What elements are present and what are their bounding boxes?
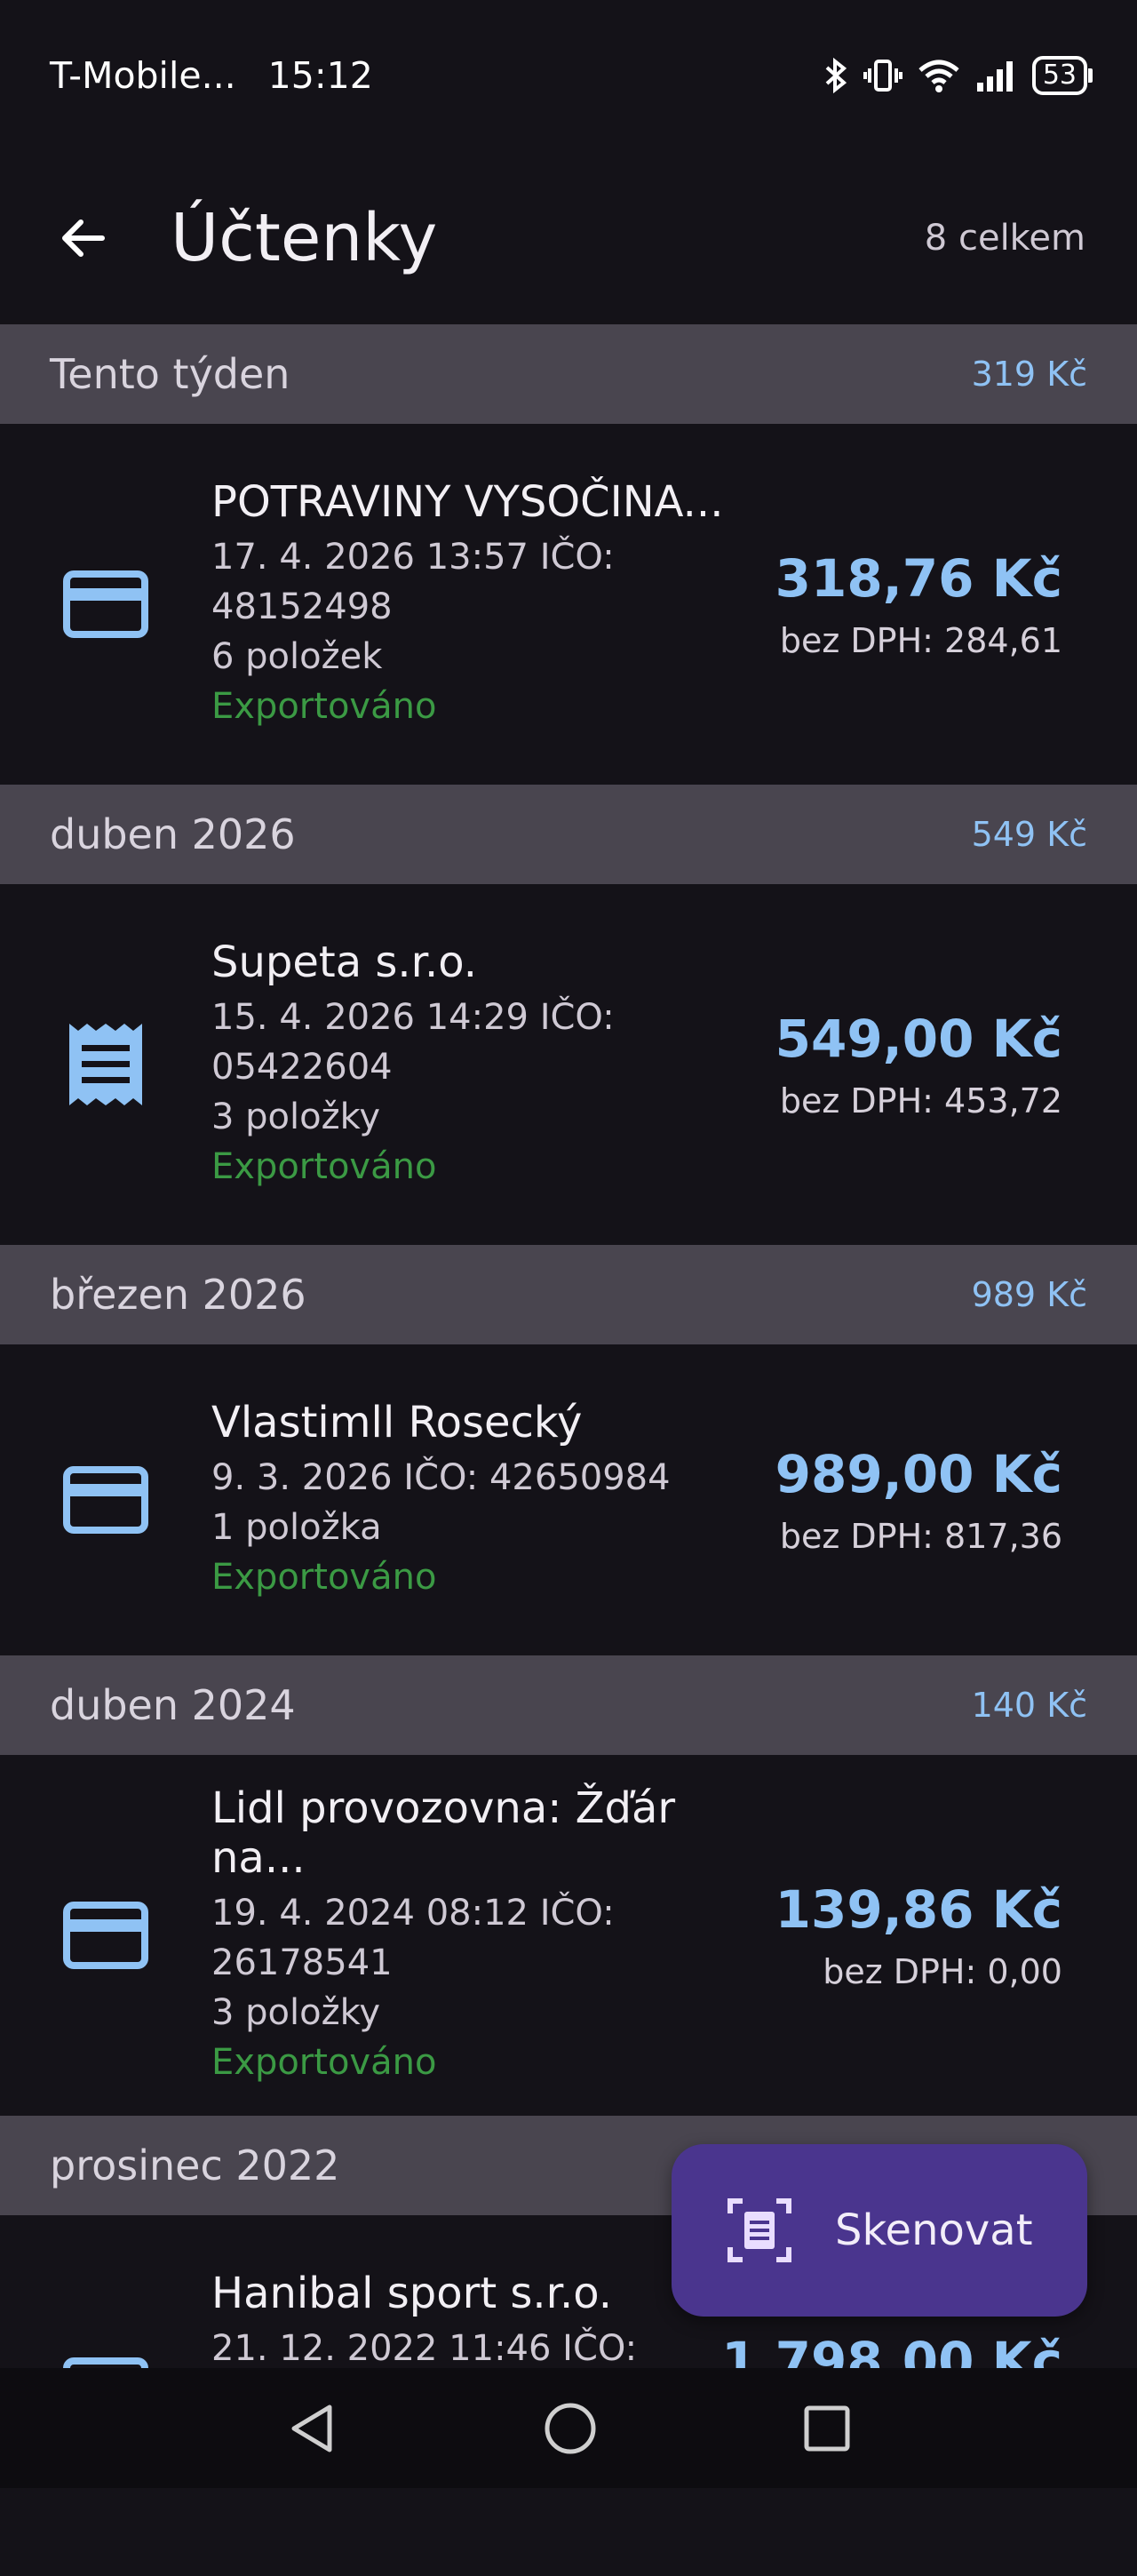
receipt-item[interactable]: Lidl provozovna: Žďár na... 19. 4. 2024 … bbox=[0, 1755, 1137, 2116]
receipt-ico-number: 05422604 bbox=[211, 1047, 393, 1088]
receipt-vat-free: bez DPH: 453,72 bbox=[779, 1081, 1062, 1121]
arrow-back-icon bbox=[62, 219, 105, 257]
receipt-date-ico: 17. 4. 2026 13:57 IČO: bbox=[211, 537, 615, 578]
receipt-amounts: 549,00 Kč bez DPH: 453,72 bbox=[775, 1009, 1062, 1121]
bluetooth-icon bbox=[825, 58, 847, 93]
carrier-label: T-Mobile... bbox=[50, 54, 236, 97]
section-sum: 140 Kč bbox=[971, 1686, 1087, 1725]
section-header: duben 2024 140 Kč bbox=[0, 1655, 1137, 1755]
receipt-total: 139,86 Kč bbox=[775, 1879, 1062, 1940]
section-title: duben 2026 bbox=[50, 810, 296, 858]
vibrate-icon bbox=[863, 60, 902, 92]
receipt-ico-number: 48152498 bbox=[211, 586, 393, 627]
receipt-amounts: 989,00 Kč bez DPH: 817,36 bbox=[775, 1444, 1062, 1556]
top-app-bar: Účtenky 8 celkem bbox=[0, 151, 1137, 324]
section-header: březen 2026 989 Kč bbox=[0, 1245, 1137, 1344]
clock: 15:12 bbox=[267, 54, 373, 97]
export-status: Exportováno bbox=[211, 1146, 437, 1187]
item-count: 3 položky bbox=[211, 1992, 381, 2033]
merchant-name: Lidl provozovna: Žďár na... bbox=[211, 1783, 676, 1883]
receipt-date-ico: 9. 3. 2026 IČO: 42650984 bbox=[211, 1457, 671, 1498]
merchant-name: Supeta s.r.o. bbox=[211, 937, 478, 987]
scan-document-icon bbox=[728, 2198, 791, 2262]
receipt-vat-free: bez DPH: 284,61 bbox=[779, 621, 1062, 660]
receipt-total: 318,76 Kč bbox=[775, 548, 1062, 609]
receipt-date-ico: 19. 4. 2024 08:12 IČO: bbox=[211, 1893, 615, 1934]
nav-recents-icon[interactable] bbox=[802, 2404, 852, 2453]
receipt-details: Lidl provozovna: Žďár na... 19. 4. 2024 … bbox=[162, 1783, 775, 2087]
receipt-date-ico: 15. 4. 2026 14:29 IČO: bbox=[211, 997, 615, 1038]
section-title: březen 2026 bbox=[50, 1271, 306, 1319]
receipt-details: Vlastimll Rosecký 9. 3. 2026 IČO: 426509… bbox=[162, 1398, 775, 1602]
scan-button-label: Skenovat bbox=[835, 2205, 1033, 2255]
receipts-total-count: 8 celkem bbox=[924, 217, 1085, 259]
receipt-total: 549,00 Kč bbox=[775, 1009, 1062, 1069]
scan-button[interactable]: Skenovat bbox=[672, 2144, 1087, 2317]
receipt-item[interactable]: POTRAVINY VYSOČINA... 17. 4. 2026 13:57 … bbox=[0, 424, 1137, 785]
receipt-amounts: 318,76 Kč bez DPH: 284,61 bbox=[775, 548, 1062, 660]
section-sum: 549 Kč bbox=[971, 815, 1087, 854]
card-icon bbox=[63, 1466, 148, 1534]
nav-home-icon[interactable] bbox=[543, 2401, 598, 2456]
section-sum: 319 Kč bbox=[971, 355, 1087, 394]
receipt-vat-free: bez DPH: 817,36 bbox=[779, 1517, 1062, 1556]
receipt-date-ico: 21. 12. 2022 11:46 IČO: bbox=[211, 2328, 638, 2369]
item-count: 1 položka bbox=[211, 1507, 382, 1548]
receipt-icon bbox=[69, 1024, 142, 1105]
merchant-name: Hanibal sport s.r.o. bbox=[211, 2269, 613, 2318]
status-icons: 53 bbox=[823, 56, 1093, 95]
receipt-icon-wrap bbox=[50, 1902, 162, 1969]
status-left: T-Mobile... 15:12 bbox=[50, 54, 373, 97]
section-title: duben 2024 bbox=[50, 1681, 296, 1729]
battery-indicator: 53 bbox=[1031, 56, 1093, 95]
status-bar: T-Mobile... 15:12 53 bbox=[0, 0, 1137, 151]
receipt-details: POTRAVINY VYSOČINA... 17. 4. 2026 13:57 … bbox=[162, 477, 775, 731]
signal-icon bbox=[976, 61, 1013, 92]
receipt-amounts: 139,86 Kč bez DPH: 0,00 bbox=[775, 1879, 1062, 1991]
back-button[interactable] bbox=[52, 207, 114, 269]
item-count: 3 položky bbox=[211, 1097, 381, 1137]
export-status: Exportováno bbox=[211, 686, 437, 727]
item-count: 6 položek bbox=[211, 636, 383, 677]
receipt-icon-wrap bbox=[50, 570, 162, 638]
export-status: Exportováno bbox=[211, 1557, 437, 1598]
receipt-icon-wrap bbox=[50, 1466, 162, 1534]
receipt-icon-wrap bbox=[50, 1020, 162, 1109]
page-title: Účtenky bbox=[171, 199, 438, 276]
section-header: Tento týden 319 Kč bbox=[0, 324, 1137, 424]
receipt-ico-number: 26178541 bbox=[211, 1942, 393, 1983]
section-title: prosinec 2022 bbox=[50, 2141, 340, 2189]
receipt-details: Supeta s.r.o. 15. 4. 2026 14:29 IČO: 054… bbox=[162, 937, 775, 1192]
merchant-name: POTRAVINY VYSOČINA... bbox=[211, 477, 724, 527]
receipt-vat-free: bez DPH: 0,00 bbox=[823, 1952, 1062, 1991]
merchant-name: Vlastimll Rosecký bbox=[211, 1398, 583, 1448]
export-status: Exportováno bbox=[211, 2042, 437, 2083]
receipt-total: 989,00 Kč bbox=[775, 1444, 1062, 1504]
receipt-item[interactable]: Vlastimll Rosecký 9. 3. 2026 IČO: 426509… bbox=[0, 1344, 1137, 1655]
section-header: duben 2026 549 Kč bbox=[0, 785, 1137, 884]
nav-back-icon[interactable] bbox=[285, 2402, 338, 2455]
receipt-details: Hanibal sport s.r.o. 21. 12. 2022 11:46 … bbox=[162, 2269, 721, 2373]
system-navigation-bar bbox=[0, 2368, 1137, 2488]
section-sum: 989 Kč bbox=[971, 1275, 1087, 1314]
wifi-icon bbox=[918, 60, 959, 92]
receipt-item[interactable]: Supeta s.r.o. 15. 4. 2026 14:29 IČO: 054… bbox=[0, 884, 1137, 1245]
card-icon bbox=[63, 1902, 148, 1969]
section-title: Tento týden bbox=[50, 350, 290, 398]
card-icon bbox=[63, 570, 148, 638]
